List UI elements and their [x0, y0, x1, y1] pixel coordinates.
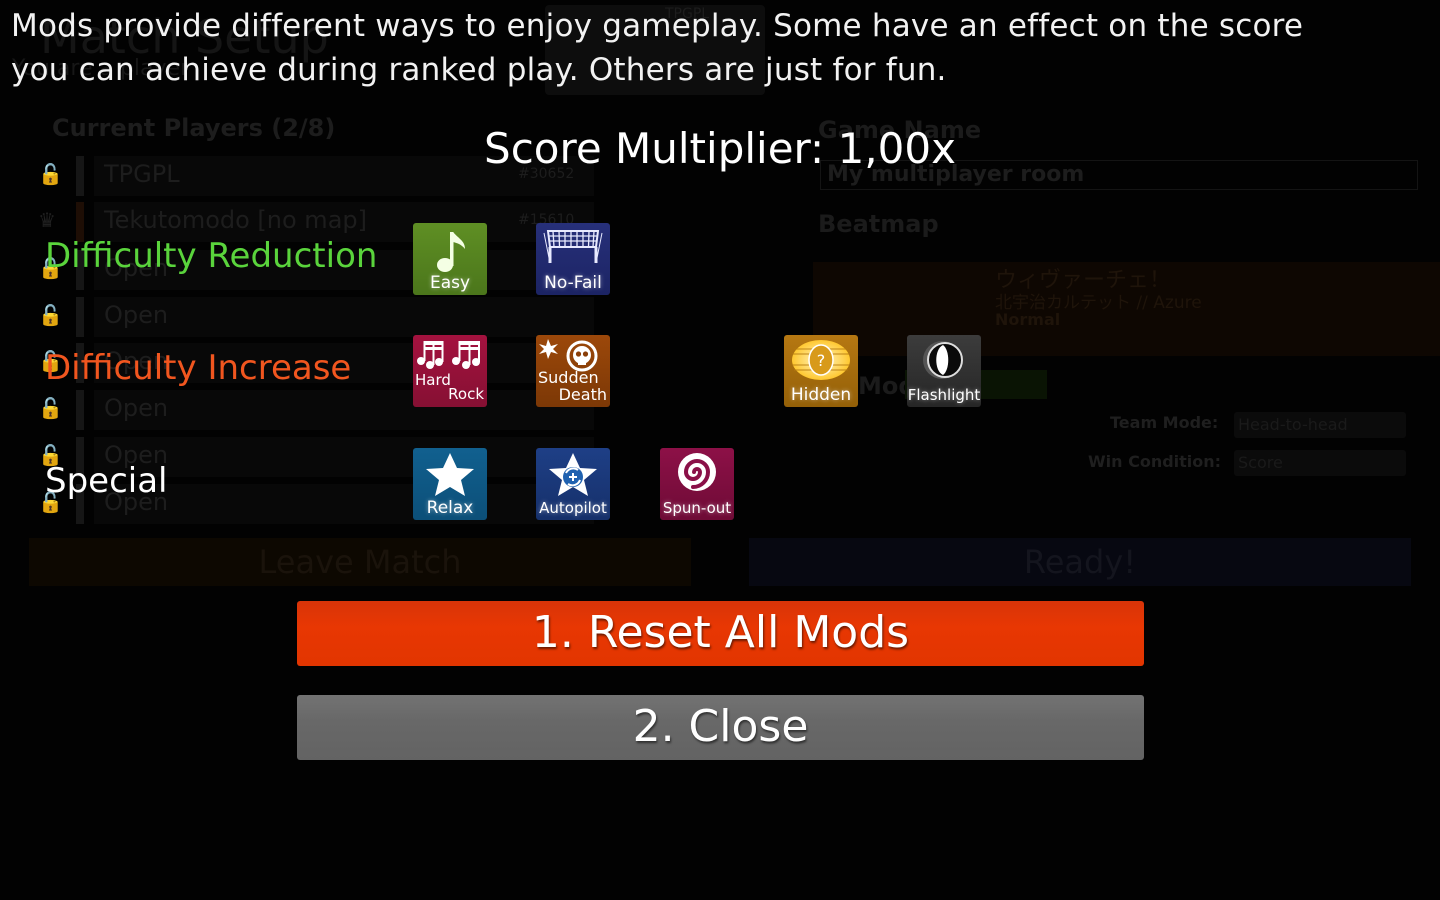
crown-icon: ♛ — [38, 208, 56, 232]
mod-suddendeath-button[interactable]: Sudden Death — [536, 335, 610, 407]
mod-label: Relax — [426, 498, 474, 518]
mod-spunout-button[interactable]: Spun-out — [660, 448, 734, 520]
leave-match-button[interactable]: Leave Match — [29, 538, 691, 586]
win-condition-select[interactable]: Score — [1234, 450, 1406, 476]
player-slot[interactable]: 🔓 Open — [38, 297, 594, 337]
beatmap-label: Beatmap — [818, 210, 939, 238]
mod-label: Sudden — [538, 368, 599, 387]
mod-label: Hidden — [790, 385, 852, 405]
mod-hardrock-button[interactable]: Hard Rock — [413, 335, 487, 407]
score-multiplier-label: Score Multiplier: — [484, 124, 825, 173]
mod-label: Hard — [415, 371, 451, 389]
mod-easy-button[interactable]: Easy — [413, 223, 487, 295]
unlock-icon[interactable]: 🔓 — [38, 396, 63, 424]
close-button[interactable]: 2. Close — [297, 695, 1144, 760]
player-name: Open — [104, 301, 169, 329]
description-line: you can achieve during ranked play. Othe… — [11, 52, 947, 88]
ready-button[interactable]: Ready! — [749, 538, 1411, 586]
mods-description: Mods provide different ways to enjoy gam… — [11, 4, 1431, 92]
win-condition-label: Win Condition: — [1088, 452, 1222, 471]
mod-autopilot-button[interactable]: Autopilot — [536, 448, 610, 520]
mod-relax-button[interactable]: Relax — [413, 448, 487, 520]
mod-label: Death — [558, 385, 607, 404]
mod-label: Flashlight — [907, 386, 981, 404]
mod-label: Spun-out — [662, 499, 732, 517]
score-multiplier-value: 1,00x — [837, 124, 956, 173]
score-multiplier: Score Multiplier: 1,00x — [0, 124, 1440, 173]
mod-flashlight-button[interactable]: Flashlight — [907, 335, 981, 407]
team-mode-select[interactable]: Head-to-head — [1234, 412, 1406, 438]
mod-label: Easy — [429, 273, 471, 293]
beatmap-difficulty: Normal — [995, 310, 1061, 329]
player-slot[interactable]: 🔓 Open — [38, 390, 594, 430]
mod-label: Rock — [448, 385, 484, 403]
svg-text:?: ? — [817, 351, 826, 370]
category-special: Special — [45, 461, 168, 501]
team-mode-label: Team Mode: — [1110, 413, 1219, 432]
category-difficulty-reduction: Difficulty Reduction — [45, 236, 378, 276]
mod-nofail-button[interactable]: No-Fail — [536, 223, 610, 295]
unlock-icon[interactable]: 🔓 — [38, 303, 63, 331]
mod-hidden-button[interactable]: ? Hidden — [784, 335, 858, 407]
description-line: Mods provide different ways to enjoy gam… — [11, 8, 1304, 44]
category-difficulty-increase: Difficulty Increase — [45, 348, 352, 388]
mod-label: Autopilot — [539, 499, 607, 517]
player-name: Open — [104, 394, 169, 422]
mod-label: No-Fail — [544, 273, 602, 293]
reset-all-mods-button[interactable]: 1. Reset All Mods — [297, 601, 1144, 666]
player-name: Tekutomodo [no map] — [104, 206, 367, 234]
